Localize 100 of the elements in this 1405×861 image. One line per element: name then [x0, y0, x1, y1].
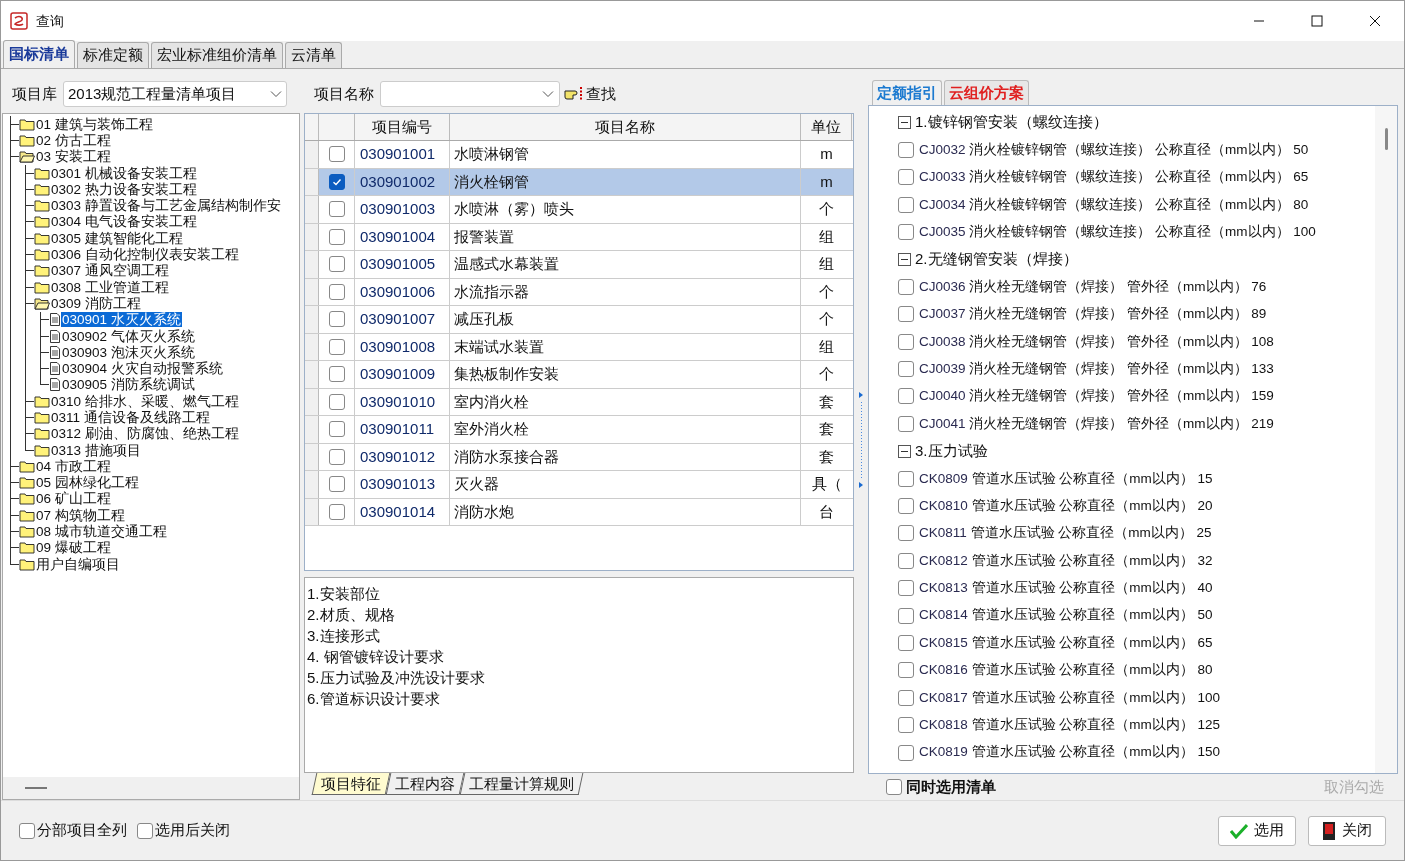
quota-item[interactable]: CK0809 管道水压试验 公称直径（mm以内） 15: [919, 468, 1213, 489]
checkbox[interactable]: [898, 498, 914, 515]
checkbox[interactable]: [328, 283, 345, 300]
quota-item[interactable]: CJ0039 消火栓无缝钢管（焊接） 管外径（mm以内） 133: [919, 358, 1274, 380]
checkbox[interactable]: [328, 393, 345, 410]
table-row[interactable]: 030901014 消防水炮 台: [305, 498, 853, 526]
tree-item[interactable]: 07 构筑物工程: [35, 507, 126, 523]
quota-item[interactable]: CK0816 管道水压试验 公称直径（mm以内） 80: [919, 660, 1213, 681]
quota-item[interactable]: CJ0032 消火栓镀锌钢管（螺纹连接） 公称直径（mm以内） 50: [919, 139, 1309, 161]
checkbox[interactable]: [898, 744, 914, 761]
checkbox[interactable]: [898, 141, 914, 158]
checkbox[interactable]: [328, 173, 345, 190]
table-row[interactable]: 030901004 报警装置 组: [305, 223, 853, 251]
tree-item[interactable]: 08 城市轨道交通工程: [35, 524, 168, 540]
checkbox[interactable]: [898, 717, 914, 734]
table-row[interactable]: 030901003 水喷淋（雾）喷头 个: [305, 196, 853, 224]
column-header[interactable]: 项目名称: [450, 114, 801, 140]
column-header[interactable]: 项目编号: [355, 114, 450, 140]
checkbox[interactable]: [898, 361, 914, 378]
collapse-icon[interactable]: [898, 116, 911, 130]
splitter-handle-icon[interactable]: [858, 389, 864, 490]
table-row[interactable]: 030901012 消防水泵接合器 套: [305, 443, 853, 471]
table-row[interactable]: 030901001 水喷淋钢管 m: [305, 141, 853, 169]
checkbox[interactable]: [328, 476, 345, 493]
table-row[interactable]: 030901002 消火栓钢管 m: [305, 168, 853, 196]
checkbox[interactable]: [898, 415, 914, 432]
checkbox[interactable]: [328, 228, 345, 245]
table-row[interactable]: 030901013 灭火器 具（: [305, 471, 853, 499]
tree-item[interactable]: 0302 热力设备安装工程: [50, 181, 198, 197]
table-row[interactable]: 030901010 室内消火栓 套: [305, 388, 853, 416]
tree-item[interactable]: 06 矿山工程: [35, 491, 112, 507]
tree-item[interactable]: 用户自编项目: [35, 556, 121, 572]
tree-item[interactable]: 030901 水灭火系统: [61, 312, 182, 328]
quota-item[interactable]: CJ0036 消火栓无缝钢管（焊接） 管外径（mm以内） 76: [919, 276, 1267, 298]
tree-item[interactable]: 0303 静置设备与工艺金属结构制作安: [50, 198, 282, 214]
quota-item[interactable]: CJ0034 消火栓镀锌钢管（螺纹连接） 公称直径（mm以内） 80: [919, 194, 1309, 215]
checkbox[interactable]: [328, 503, 345, 520]
quota-item[interactable]: CK0819 管道水压试验 公称直径（mm以内） 150: [919, 742, 1221, 763]
library-dropdown[interactable]: 2013规范工程量清单项目: [63, 81, 287, 107]
tree-item[interactable]: 02 仿古工程: [35, 132, 112, 148]
checkbox[interactable]: [898, 169, 914, 186]
checkbox[interactable]: [898, 689, 914, 706]
checkbox[interactable]: [137, 822, 153, 839]
checkbox[interactable]: [19, 822, 35, 839]
tab[interactable]: 定额指引: [872, 79, 942, 105]
tree-item[interactable]: 01 建筑与装饰工程: [35, 116, 154, 132]
quota-item[interactable]: CK0815 管道水压试验 公称直径（mm以内） 65: [919, 632, 1213, 654]
tree-item[interactable]: 030902 气体灭火系统: [61, 328, 196, 344]
quota-item[interactable]: CK0814 管道水压试验 公称直径（mm以内） 50: [919, 605, 1213, 626]
checkbox[interactable]: [898, 333, 914, 350]
tree-item[interactable]: 0301 机械设备安装工程: [50, 165, 198, 181]
tree-item[interactable]: 0310 给排水、采暖、燃气工程: [50, 393, 240, 409]
checkbox[interactable]: [328, 366, 345, 383]
quota-item[interactable]: CJ0038 消火栓无缝钢管（焊接） 管外径（mm以内） 108: [919, 331, 1274, 352]
quota-item[interactable]: CJ0040 消火栓无缝钢管（焊接） 管外径（mm以内） 159: [919, 386, 1274, 407]
tree-item[interactable]: 0313 措施项目: [50, 442, 142, 458]
checkbox[interactable]: [898, 306, 914, 323]
tree-item[interactable]: 0312 刷油、防腐蚀、绝热工程: [50, 426, 240, 442]
checkbox[interactable]: [898, 224, 914, 241]
name-search-field[interactable]: [380, 81, 560, 107]
quota-item[interactable]: CK0818 管道水压试验 公称直径（mm以内） 125: [919, 715, 1221, 736]
table-row[interactable]: 030901006 水流指示器 个: [305, 278, 853, 306]
quota-item[interactable]: CJ0033 消火栓镀锌钢管（螺纹连接） 公称直径（mm以内） 65: [919, 167, 1309, 188]
checkbox[interactable]: [898, 552, 914, 569]
quota-item[interactable]: CJ0035 消火栓镀锌钢管（螺纹连接） 公称直径（mm以内） 100: [919, 222, 1316, 243]
quota-item[interactable]: CK0812 管道水压试验 公称直径（mm以内） 32: [919, 550, 1213, 571]
select-button[interactable]: 选用: [1218, 815, 1296, 846]
tab[interactable]: 标准定额: [77, 42, 149, 68]
collapse-icon[interactable]: [898, 444, 911, 458]
quota-item[interactable]: CK0813 管道水压试验 公称直径（mm以内） 40: [919, 578, 1213, 599]
tree-item[interactable]: 0311 通信设备及线路工程: [50, 410, 211, 425]
column-header[interactable]: 单位: [801, 114, 852, 140]
tree-item[interactable]: 0305 建筑智能化工程: [50, 230, 184, 246]
tree-item[interactable]: 0304 电气设备安装工程: [50, 214, 198, 230]
tree-item[interactable]: 09 爆破工程: [35, 540, 112, 556]
tab[interactable]: 云清单: [285, 42, 342, 68]
checkbox[interactable]: [898, 662, 914, 679]
tree-item[interactable]: 05 园林绿化工程: [35, 475, 140, 491]
tree-item[interactable]: 030905 消防系统调试: [61, 377, 196, 393]
scrollbar-thumb[interactable]: [1384, 127, 1388, 150]
find-button[interactable]: 查找: [564, 82, 616, 106]
table-row[interactable]: 030901007 减压孔板 个: [305, 306, 853, 334]
tree-item[interactable]: 0309 消防工程: [50, 295, 142, 311]
tab[interactable]: 工程量计算规则: [459, 773, 584, 795]
tree-item[interactable]: 0306 自动化控制仪表安装工程: [50, 247, 240, 262]
tab[interactable]: 宏业标准组价清单: [151, 42, 283, 68]
tree-item[interactable]: 0307 通风空调工程: [50, 263, 170, 279]
tree-item[interactable]: 03 安装工程: [35, 149, 112, 165]
checkbox[interactable]: [898, 525, 914, 542]
checkbox[interactable]: [328, 338, 345, 355]
quota-item[interactable]: CK0811 管道水压试验 公称直径（mm以内） 25: [919, 523, 1212, 544]
tab[interactable]: 项目特征: [311, 773, 391, 795]
checkbox[interactable]: [328, 201, 345, 218]
checkbox[interactable]: [898, 278, 914, 295]
checkbox[interactable]: [898, 388, 914, 405]
quota-item[interactable]: CK0817 管道水压试验 公称直径（mm以内） 100: [919, 687, 1221, 708]
tab[interactable]: 工程内容: [385, 773, 465, 795]
checkbox[interactable]: [898, 607, 914, 624]
checkbox[interactable]: [898, 580, 914, 597]
collapse-icon[interactable]: [898, 253, 911, 267]
